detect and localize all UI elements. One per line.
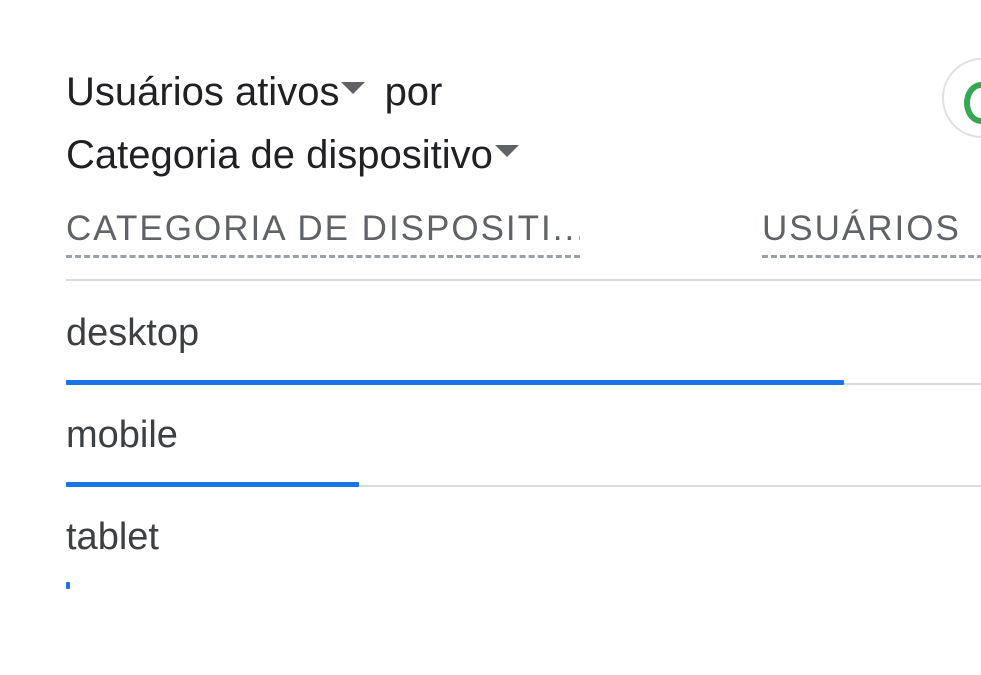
share-bar — [66, 582, 70, 589]
metric-selector[interactable]: Usuários ativos — [66, 68, 373, 116]
compare-button[interactable] — [942, 58, 981, 138]
table-row: tablet — [66, 487, 981, 589]
caret-down-icon — [341, 82, 366, 94]
table-row: mobile — [66, 385, 981, 487]
table-row: desktop — [66, 283, 981, 385]
column-header-dimension[interactable]: CATEGORIA DE DISPOSITI... — [66, 207, 580, 258]
compare-circle-icon — [964, 82, 981, 124]
device-category-card: Usuários ativos por Categoria de disposi… — [0, 0, 981, 675]
card-title-line-2: Categoria de dispositivo — [66, 131, 519, 179]
row-label: mobile — [66, 414, 178, 456]
row-label: desktop — [66, 312, 200, 354]
dimension-label: Categoria de dispositivo — [66, 133, 493, 177]
column-header-users[interactable]: USUÁRIOS — [762, 207, 981, 258]
by-label: por — [384, 70, 443, 114]
header-divider — [66, 279, 981, 281]
card-title-line-1: Usuários ativos por — [66, 68, 442, 116]
dimension-selector[interactable]: Categoria de dispositivo — [66, 131, 519, 179]
metric-label: Usuários ativos — [66, 70, 340, 114]
caret-down-icon — [494, 145, 519, 157]
row-label: tablet — [66, 516, 159, 558]
